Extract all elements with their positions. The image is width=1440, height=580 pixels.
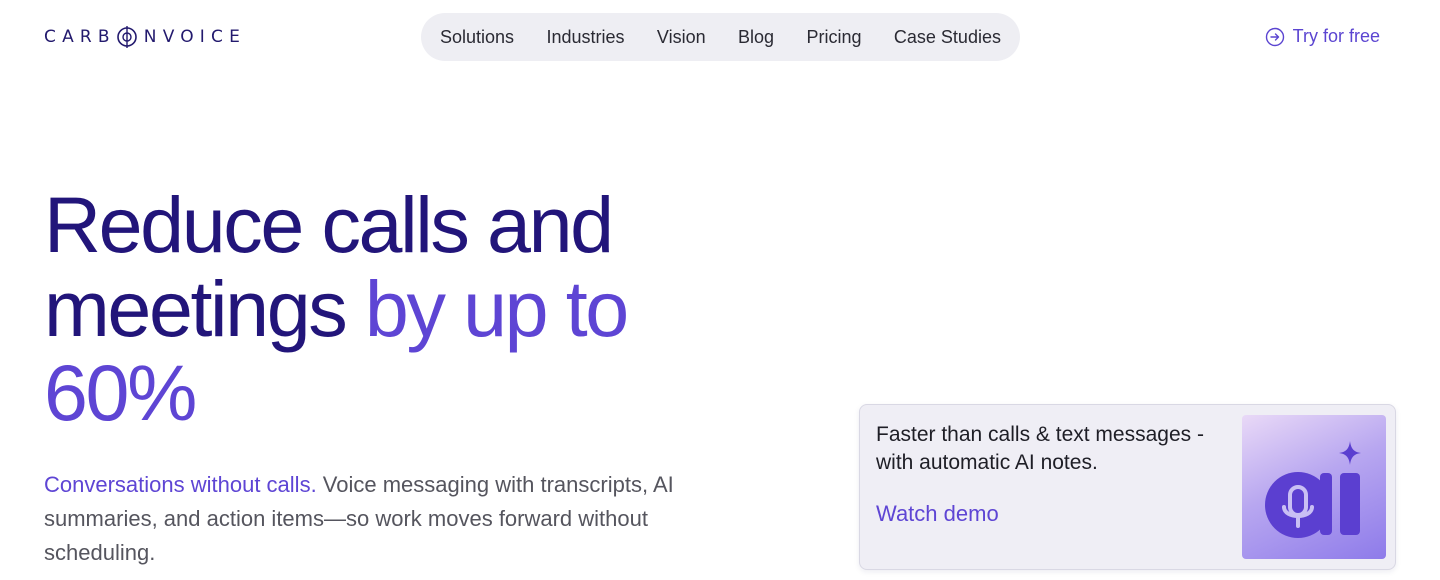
try-for-free-button[interactable]: Try for free <box>1265 26 1380 47</box>
arrow-right-circle-icon <box>1265 27 1284 46</box>
site-header: CARB NVOICE Solutions Industries Vision … <box>0 0 1440 76</box>
demo-card[interactable]: Faster than calls & text messages - with… <box>859 404 1396 570</box>
try-for-free-label: Try for free <box>1292 26 1380 46</box>
hero-title-accent: by up to <box>364 264 629 353</box>
ai-mic-icon <box>1265 441 1361 538</box>
nav-blog[interactable]: Blog <box>738 27 774 48</box>
hero-title: Reduce calls and meetings by up to 60% <box>44 183 764 435</box>
demo-card-text: Faster than calls & text messages - with… <box>876 423 1204 474</box>
logo-text-left: CARB <box>44 27 116 47</box>
hero-subtitle-highlight: Conversations without calls. <box>44 472 317 497</box>
nav-pricing[interactable]: Pricing <box>806 27 861 48</box>
nav-solutions[interactable]: Solutions <box>440 27 514 48</box>
carbonvoice-logo[interactable]: CARB NVOICE <box>44 26 246 48</box>
hero-title-percent: 60% <box>44 348 197 437</box>
hero-title-line1: Reduce calls and <box>44 180 614 269</box>
nav-vision[interactable]: Vision <box>657 27 706 48</box>
logo-text-right: NVOICE <box>143 27 247 47</box>
hero-title-line2: meetings <box>44 264 365 353</box>
nav-industries[interactable]: Industries <box>546 27 624 48</box>
hero-subtitle: Conversations without calls. Voice messa… <box>44 468 744 570</box>
nav-case-studies[interactable]: Case Studies <box>894 27 1001 48</box>
main-nav: Solutions Industries Vision Blog Pricing… <box>421 13 1020 61</box>
logo-mark-icon <box>116 26 137 48</box>
watch-demo-link[interactable]: Watch demo <box>876 501 999 527</box>
demo-thumbnail[interactable] <box>1242 415 1386 559</box>
